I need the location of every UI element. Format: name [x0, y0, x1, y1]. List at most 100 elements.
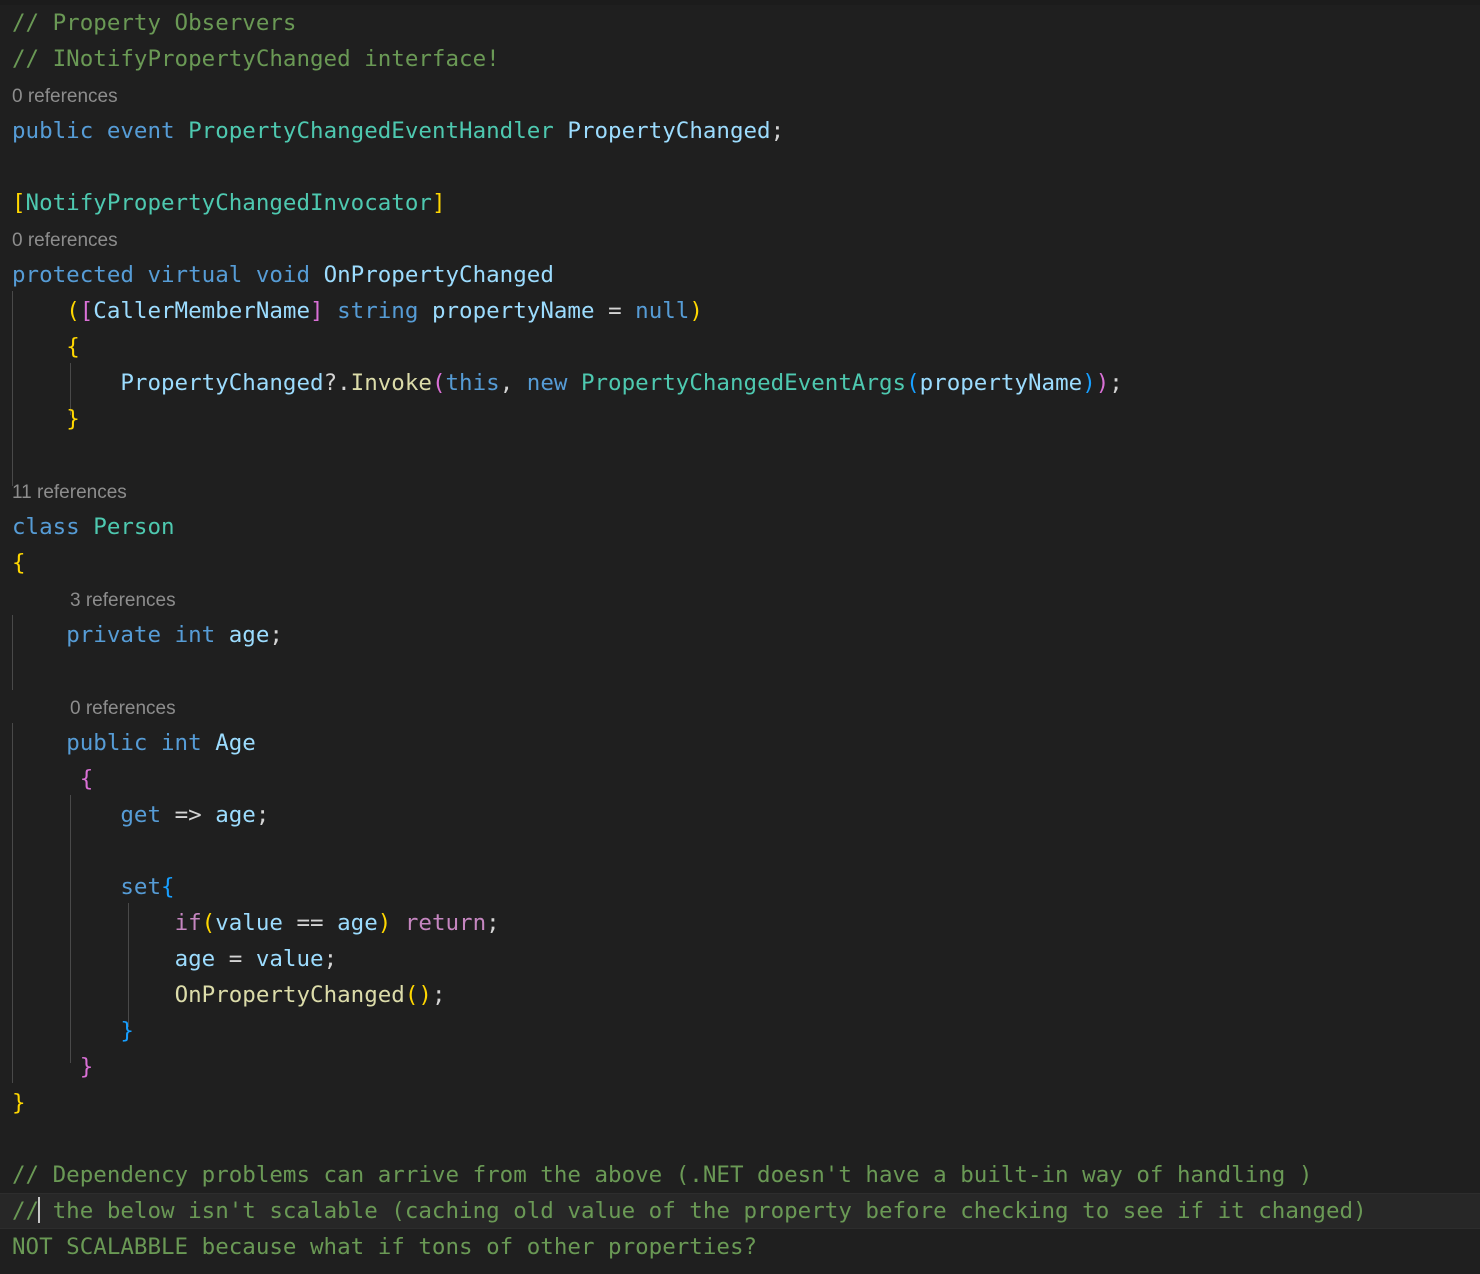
punct-semicolon: ;: [770, 118, 785, 144]
codelens-class-person-references[interactable]: 11 references: [0, 473, 1480, 509]
code-line-method-open-brace[interactable]: {: [0, 329, 1480, 365]
field-name-age: age: [228, 622, 270, 648]
bracket-close: ]: [431, 190, 446, 216]
bracket-close: ]: [310, 298, 324, 324]
codelens-label: 3 references: [70, 590, 176, 611]
keyword-string: string: [337, 298, 419, 324]
paren-close-inner: ): [1082, 370, 1096, 396]
keyword-public: public: [66, 730, 148, 756]
method-name-onpropertychanged: OnPropertyChanged: [323, 262, 554, 288]
brace-close: }: [120, 1018, 134, 1044]
keyword-private: private: [66, 622, 162, 648]
field-name-age: age: [337, 910, 378, 936]
paren-open: (: [431, 370, 446, 396]
code-line-blank[interactable]: [0, 653, 1480, 689]
code-line-method-signature[interactable]: protected virtual void OnPropertyChanged: [0, 257, 1480, 293]
paren-open-inner: (: [906, 370, 920, 396]
keyword-return: return: [404, 910, 487, 936]
code-line-comment-inotify[interactable]: // INotifyPropertyChanged interface!: [0, 41, 1480, 77]
code-line-property-age[interactable]: public int Age: [0, 725, 1480, 761]
code-lines[interactable]: // Property Observers // INotifyProperty…: [0, 5, 1480, 1265]
code-line-setter-open[interactable]: set{: [0, 869, 1480, 905]
code-line-comment-scalable[interactable]: // the below isn't scalable (caching old…: [0, 1193, 1480, 1229]
code-line-class-open-brace[interactable]: {: [0, 545, 1480, 581]
keyword-public: public: [12, 118, 94, 144]
punct-semicolon: ;: [486, 910, 500, 936]
punct-semicolon: ;: [1109, 370, 1123, 396]
brace-open: {: [79, 766, 94, 792]
code-line-comment-property-observers[interactable]: // Property Observers: [0, 5, 1480, 41]
keyword-new: new: [526, 370, 568, 396]
codelens-onpropertychanged-references[interactable]: 0 references: [0, 221, 1480, 257]
identifier-propertychanged: PropertyChanged: [567, 118, 771, 144]
codelens-label: 0 references: [12, 86, 118, 107]
keyword-int: int: [161, 730, 202, 756]
codelens-label: 0 references: [12, 230, 118, 251]
punct-semicolon: ;: [431, 982, 446, 1008]
code-line-invoke[interactable]: PropertyChanged?.Invoke(this, new Proper…: [0, 365, 1480, 401]
code-line-comment-dependency[interactable]: // Dependency problems can arrive from t…: [0, 1157, 1480, 1193]
code-line-setter-notify[interactable]: OnPropertyChanged();: [0, 977, 1480, 1013]
code-line-class-close-brace[interactable]: }: [0, 1085, 1480, 1121]
brace-close: }: [12, 1090, 26, 1116]
attribute-callermembername: CallerMemberName: [93, 298, 311, 324]
class-name-person: Person: [93, 514, 175, 540]
code-line-blank[interactable]: [0, 149, 1480, 185]
keyword-if: if: [174, 910, 202, 936]
bracket-open: [: [12, 190, 26, 216]
comment-text: // Dependency problems can arrive from t…: [12, 1162, 1313, 1188]
code-line-blank[interactable]: [0, 1121, 1480, 1157]
field-name-age: age: [215, 802, 256, 828]
code-line-setter-guard[interactable]: if(value == age) return;: [0, 905, 1480, 941]
codelens-label: 11 references: [12, 482, 127, 503]
punct-semicolon: ;: [323, 946, 338, 972]
code-line-setter-assign[interactable]: age = value;: [0, 941, 1480, 977]
operator-equality: ==: [296, 910, 324, 936]
method-invoke: Invoke: [350, 370, 432, 396]
operator-equals: =: [608, 298, 622, 324]
codelens-age-property-references[interactable]: 0 references: [0, 689, 1480, 725]
code-line-attribute-invocator[interactable]: [NotifyPropertyChangedInvocator]: [0, 185, 1480, 221]
keyword-null: null: [635, 298, 690, 324]
punct-semicolon: ;: [255, 802, 270, 828]
code-line-class-declaration[interactable]: class Person: [0, 509, 1480, 545]
comment-prefix: //: [12, 1198, 40, 1224]
code-line-blank[interactable]: [0, 437, 1480, 473]
identifier-propertychanged: PropertyChanged: [120, 370, 324, 396]
identifier-value: value: [215, 910, 283, 936]
keyword-virtual: virtual: [147, 262, 243, 288]
keyword-protected: protected: [12, 262, 134, 288]
brace-open: {: [66, 334, 80, 360]
keyword-get: get: [120, 802, 162, 828]
codelens-age-field-references[interactable]: 3 references: [0, 581, 1480, 617]
keyword-set: set: [120, 874, 162, 900]
param-propertyname: propertyName: [431, 298, 595, 324]
attribute-name: NotifyPropertyChangedInvocator: [25, 190, 432, 216]
operator-assign: =: [228, 946, 243, 972]
brace-open: {: [161, 874, 175, 900]
paren-close: ): [377, 910, 392, 936]
codelens-event-references[interactable]: 0 references: [0, 77, 1480, 113]
code-line-public-event[interactable]: public event PropertyChangedEventHandler…: [0, 113, 1480, 149]
code-line-setter-close-brace[interactable]: }: [0, 1013, 1480, 1049]
keyword-event: event: [106, 118, 175, 144]
paren-close: ): [1095, 370, 1110, 396]
code-line-method-close-brace[interactable]: }: [0, 401, 1480, 437]
property-name-age: Age: [215, 730, 256, 756]
keyword-class: class: [12, 514, 80, 540]
paren-close: ): [418, 982, 432, 1008]
code-line-method-params[interactable]: ([CallerMemberName] string propertyName …: [0, 293, 1480, 329]
code-line-getter[interactable]: get => age;: [0, 797, 1480, 833]
code-line-property-close-brace[interactable]: }: [0, 1049, 1480, 1085]
keyword-void: void: [255, 262, 311, 288]
operator-null-conditional: ?.: [323, 370, 351, 396]
code-line-blank[interactable]: [0, 833, 1480, 869]
paren-open: (: [404, 982, 419, 1008]
field-name-age: age: [174, 946, 216, 972]
code-line-comment-not-scalabble[interactable]: NOT SCALABBLE because what if tons of ot…: [0, 1229, 1480, 1265]
operator-lambda-arrow: =>: [174, 802, 202, 828]
code-line-field-age[interactable]: private int age;: [0, 617, 1480, 653]
code-editor[interactable]: // Property Observers // INotifyProperty…: [0, 0, 1480, 1274]
code-line-property-open-brace[interactable]: {: [0, 761, 1480, 797]
type-propertychangedeventargs: PropertyChangedEventArgs: [580, 370, 907, 396]
